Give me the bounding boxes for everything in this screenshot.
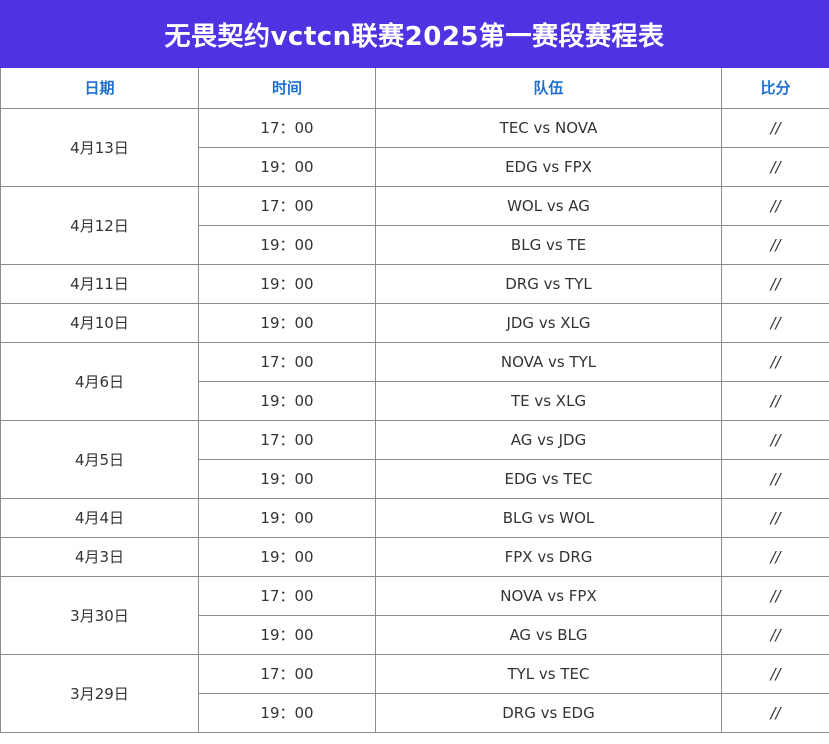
team-cell: EDG vs TEC <box>375 458 722 499</box>
time-cell: 17：00 <box>198 575 376 616</box>
score-cell: // <box>721 692 829 733</box>
time-cell: 17：00 <box>198 107 376 148</box>
date-cell: 4月11日 <box>0 263 199 304</box>
score-cell: // <box>721 653 829 694</box>
time-cell: 19：00 <box>198 224 376 265</box>
header-date: 日期 <box>0 68 199 109</box>
team-cell: TE vs XLG <box>375 380 722 421</box>
team-cell: WOL vs AG <box>375 185 722 226</box>
team-cell: AG vs JDG <box>375 419 722 460</box>
table-row: 4月13日 17：00 TEC vs NOVA// <box>0 107 829 187</box>
time-cell: 17：00 <box>198 419 376 460</box>
schedule-page: 无畏契约vctcn联赛2025第一赛段赛程表 日期 时间 队伍 比分 4月13日… <box>0 0 829 744</box>
table-row: 3月30日 17：00 NOVA vs FPX// <box>0 575 829 655</box>
score-cell: // <box>721 575 829 616</box>
date-cell: 4月3日 <box>0 536 199 577</box>
table-row: 4月5日 17：00 AG vs JDG// <box>0 419 829 499</box>
time-cell: 19：00 <box>198 692 376 733</box>
date-cell: 4月12日 <box>0 185 199 265</box>
score-cell: // <box>721 146 829 187</box>
date-cell: 4月10日 <box>0 302 199 343</box>
date-cell: 4月6日 <box>0 341 199 421</box>
schedule-body: 4月13日 17：00 TEC vs NOVA//19：00 EDG vs FPX//… <box>0 107 829 733</box>
table-row: 3月29日 17：00 TYL vs TEC// <box>0 653 829 733</box>
date-cell: 4月5日 <box>0 419 199 499</box>
team-cell: AG vs BLG <box>375 614 722 655</box>
team-cell: NOVA vs FPX <box>375 575 722 616</box>
score-cell: // <box>721 614 829 655</box>
score-cell: // <box>721 263 829 304</box>
team-cell: FPX vs DRG <box>375 536 722 577</box>
table-row: 4月11日 19：00 DRG vs TYL// <box>0 263 829 304</box>
team-cell: DRG vs TYL <box>375 263 722 304</box>
team-cell: BLG vs TE <box>375 224 722 265</box>
time-cell: 19：00 <box>198 536 376 577</box>
score-cell: // <box>721 380 829 421</box>
table-row: 4月12日 17：00 WOL vs AG// <box>0 185 829 265</box>
team-cell: DRG vs EDG <box>375 692 722 733</box>
time-cell: 19：00 <box>198 380 376 421</box>
date-cell: 4月4日 <box>0 497 199 538</box>
score-cell: // <box>721 419 829 460</box>
team-cell: EDG vs FPX <box>375 146 722 187</box>
header-time: 时间 <box>198 68 376 109</box>
time-cell: 19：00 <box>198 263 376 304</box>
time-cell: 17：00 <box>198 653 376 694</box>
score-cell: // <box>721 458 829 499</box>
time-cell: 19：00 <box>198 458 376 499</box>
date-cell: 4月13日 <box>0 107 199 187</box>
time-cell: 19：00 <box>198 302 376 343</box>
team-cell: TEC vs NOVA <box>375 107 722 148</box>
page-title: 无畏契约vctcn联赛2025第一赛段赛程表 <box>164 21 665 52</box>
score-cell: // <box>721 497 829 538</box>
title-bar: 无畏契约vctcn联赛2025第一赛段赛程表 <box>0 0 829 68</box>
time-cell: 19：00 <box>198 614 376 655</box>
table-row: 4月10日 19：00 JDG vs XLG// <box>0 302 829 343</box>
score-cell: // <box>721 536 829 577</box>
date-cell: 3月29日 <box>0 653 199 733</box>
table-row: 4月4日 19：00 BLG vs WOL// <box>0 497 829 538</box>
score-cell: // <box>721 185 829 226</box>
header-score: 比分 <box>721 68 829 109</box>
team-cell: JDG vs XLG <box>375 302 722 343</box>
time-cell: 19：00 <box>198 497 376 538</box>
header-row: 日期 时间 队伍 比分 <box>0 68 829 109</box>
header-team: 队伍 <box>375 68 722 109</box>
time-cell: 17：00 <box>198 341 376 382</box>
date-cell: 3月30日 <box>0 575 199 655</box>
team-cell: BLG vs WOL <box>375 497 722 538</box>
table-row: 4月6日 17：00 NOVA vs TYL// <box>0 341 829 421</box>
schedule-table: 日期 时间 队伍 比分 4月13日 17：00 TEC vs NOVA//19：00… <box>0 68 829 733</box>
score-cell: // <box>721 224 829 265</box>
score-cell: // <box>721 107 829 148</box>
score-cell: // <box>721 341 829 382</box>
team-cell: NOVA vs TYL <box>375 341 722 382</box>
team-cell: TYL vs TEC <box>375 653 722 694</box>
table-row: 4月3日 19：00 FPX vs DRG// <box>0 536 829 577</box>
time-cell: 19：00 <box>198 146 376 187</box>
score-cell: // <box>721 302 829 343</box>
time-cell: 17：00 <box>198 185 376 226</box>
